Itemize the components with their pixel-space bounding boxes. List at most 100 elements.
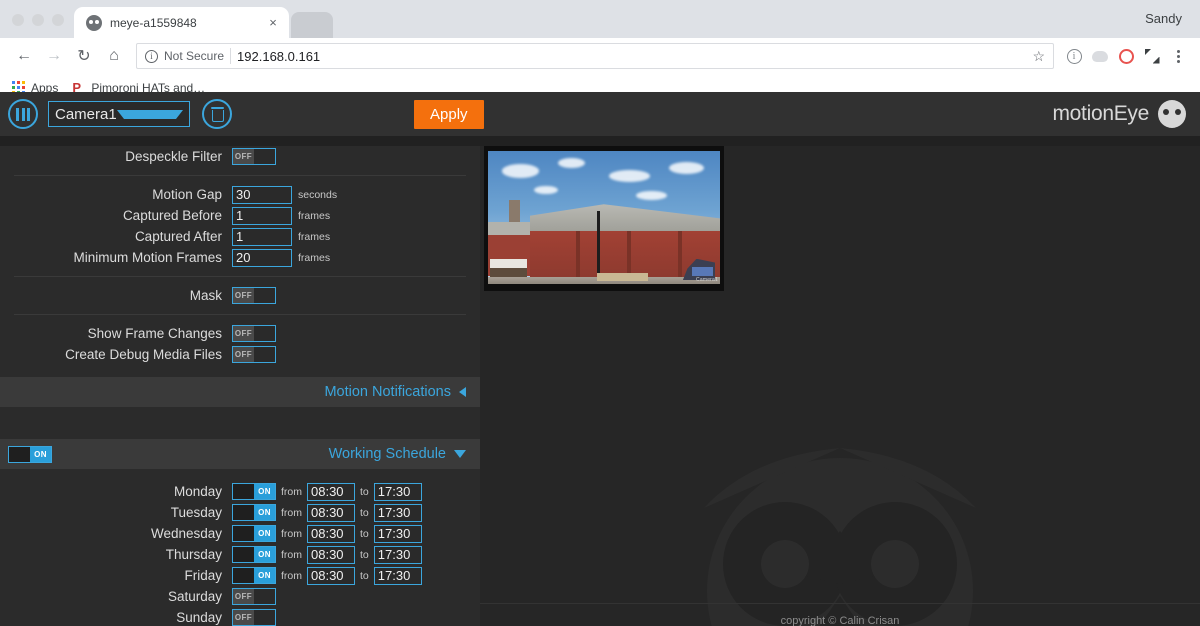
- toggle-knob: [233, 484, 254, 499]
- section-title: Working Schedule: [328, 446, 446, 462]
- section-motion-notifications[interactable]: Motion Notifications: [0, 377, 480, 407]
- camera-select-value: Camera1: [55, 105, 117, 123]
- monday-toggle[interactable]: ON: [232, 483, 276, 500]
- menu-button[interactable]: [8, 99, 38, 129]
- setting-row-motion-gap: Motion Gap seconds: [0, 184, 480, 205]
- section-title: Motion Notifications: [324, 384, 451, 400]
- chimney: [508, 200, 521, 222]
- monday-to-input[interactable]: [373, 482, 422, 501]
- toggle-state-label: ON: [254, 505, 275, 520]
- new-tab-button[interactable]: [291, 12, 333, 38]
- window-traffic-lights[interactable]: [0, 14, 74, 38]
- close-window-button[interactable]: [12, 14, 24, 26]
- owl-icon: [1158, 100, 1186, 128]
- setting-label: Captured After: [134, 229, 222, 244]
- camera-preview-frame[interactable]: Camera1: [484, 146, 724, 291]
- unit-label: frames: [298, 209, 331, 222]
- footer-divider: [480, 603, 1200, 604]
- cloud-icon[interactable]: [1088, 44, 1112, 68]
- working-schedule-toggle[interactable]: ON: [8, 445, 52, 463]
- toggle-knob: [233, 505, 254, 520]
- from-label: from: [281, 506, 302, 519]
- apply-button[interactable]: Apply: [414, 99, 484, 129]
- captured-before-input[interactable]: [232, 206, 292, 225]
- setting-row-captured-before: Captured Before frames: [0, 205, 480, 226]
- opera-icon[interactable]: [1114, 44, 1138, 68]
- day-label: Saturday: [167, 589, 222, 604]
- friday-from-input[interactable]: [307, 566, 355, 585]
- wednesday-toggle[interactable]: ON: [232, 525, 276, 542]
- forward-icon[interactable]: →: [40, 42, 68, 70]
- close-tab-icon[interactable]: ×: [265, 16, 281, 29]
- monday-from-input[interactable]: [307, 482, 355, 501]
- chevron-down-icon: [116, 109, 183, 119]
- brand-title: motionEye: [1052, 102, 1149, 125]
- profile-name[interactable]: Sandy: [1145, 11, 1200, 38]
- saturday-toggle[interactable]: OFF: [232, 588, 276, 605]
- expand-icon[interactable]: [1140, 44, 1164, 68]
- to-label: to: [360, 506, 369, 519]
- toggle-knob: [254, 347, 275, 362]
- hamburger-bars-icon: [16, 107, 30, 121]
- address-bar[interactable]: i Not Secure 192.168.0.161 ☆: [136, 43, 1054, 69]
- reload-icon[interactable]: ↻: [70, 42, 98, 70]
- section-title-wrap: Working Schedule: [329, 446, 466, 462]
- browser-tab[interactable]: meye-a1559848 ×: [74, 7, 289, 38]
- tuesday-toggle[interactable]: ON: [232, 504, 276, 521]
- tuesday-to-input[interactable]: [373, 503, 422, 522]
- browser-chrome: meye-a1559848 × Sandy ← → ↻ ⌂ i Not Secu…: [0, 0, 1200, 102]
- setting-row-minimum-motion-frames: Minimum Motion Frames frames: [0, 247, 480, 268]
- toggle-knob: [233, 547, 254, 562]
- browser-toolbar: ← → ↻ ⌂ i Not Secure 192.168.0.161 ☆ i: [0, 38, 1200, 74]
- brand: motionEye: [1052, 100, 1186, 128]
- friday-to-input[interactable]: [373, 566, 422, 585]
- back-icon[interactable]: ←: [10, 42, 38, 70]
- day-label: Wednesday: [150, 526, 222, 541]
- minimum-motion-frames-input[interactable]: [232, 248, 292, 267]
- captured-after-input[interactable]: [232, 227, 292, 246]
- info-circle-icon[interactable]: i: [1062, 44, 1086, 68]
- maximize-window-button[interactable]: [52, 14, 64, 26]
- setting-label: Despeckle Filter: [125, 149, 222, 164]
- tuesday-from-input[interactable]: [307, 503, 355, 522]
- toggle-knob: [9, 446, 30, 462]
- setting-label: Create Debug Media Files: [65, 347, 222, 362]
- wednesday-to-input[interactable]: [373, 524, 422, 543]
- friday-toggle[interactable]: ON: [232, 567, 276, 584]
- bookmark-star-icon[interactable]: ☆: [1032, 48, 1045, 65]
- camera-select[interactable]: Camera1: [48, 101, 190, 127]
- show-frame-changes-toggle[interactable]: OFF: [232, 325, 276, 342]
- setting-row-create-debug-media-files: Create Debug Media Files OFF: [0, 344, 480, 365]
- schedule-row-sunday: Sunday OFF: [0, 607, 480, 626]
- info-icon[interactable]: i: [145, 49, 158, 63]
- sunday-toggle[interactable]: OFF: [232, 609, 276, 626]
- section-working-schedule[interactable]: ON Working Schedule: [0, 439, 480, 469]
- setting-label: Minimum Motion Frames: [73, 250, 222, 265]
- wednesday-from-input[interactable]: [307, 524, 355, 543]
- chevron-left-icon: [459, 387, 466, 397]
- schedule-row-monday: Monday ON from to: [0, 481, 480, 502]
- thursday-to-input[interactable]: [373, 545, 422, 564]
- divider: [14, 314, 466, 315]
- motioneye-header: Camera1 Apply motionEye: [0, 92, 1200, 136]
- schedule-row-wednesday: Wednesday ON from to: [0, 523, 480, 544]
- setting-label: Captured Before: [122, 208, 222, 223]
- despeckle-filter-toggle[interactable]: OFF: [232, 148, 276, 165]
- minimize-window-button[interactable]: [32, 14, 44, 26]
- thursday-toggle[interactable]: ON: [232, 546, 276, 563]
- toggle-knob: [254, 149, 275, 164]
- delete-camera-button[interactable]: [202, 99, 232, 129]
- tab-title: meye-a1559848: [110, 15, 197, 30]
- motion-gap-input[interactable]: [232, 185, 292, 204]
- menu-dots-icon[interactable]: [1166, 44, 1190, 68]
- unit-label: frames: [298, 230, 331, 243]
- divider: [14, 276, 466, 277]
- create-debug-media-files-toggle[interactable]: OFF: [232, 346, 276, 363]
- omnibox-divider: [230, 48, 232, 64]
- home-icon[interactable]: ⌂: [100, 42, 128, 70]
- copyright-text: copyright © Calin Crisan: [780, 615, 900, 626]
- setting-row-captured-after: Captured After frames: [0, 226, 480, 247]
- mask-toggle[interactable]: OFF: [232, 287, 276, 304]
- thursday-from-input[interactable]: [307, 545, 355, 564]
- schedule-row-thursday: Thursday ON from to: [0, 544, 480, 565]
